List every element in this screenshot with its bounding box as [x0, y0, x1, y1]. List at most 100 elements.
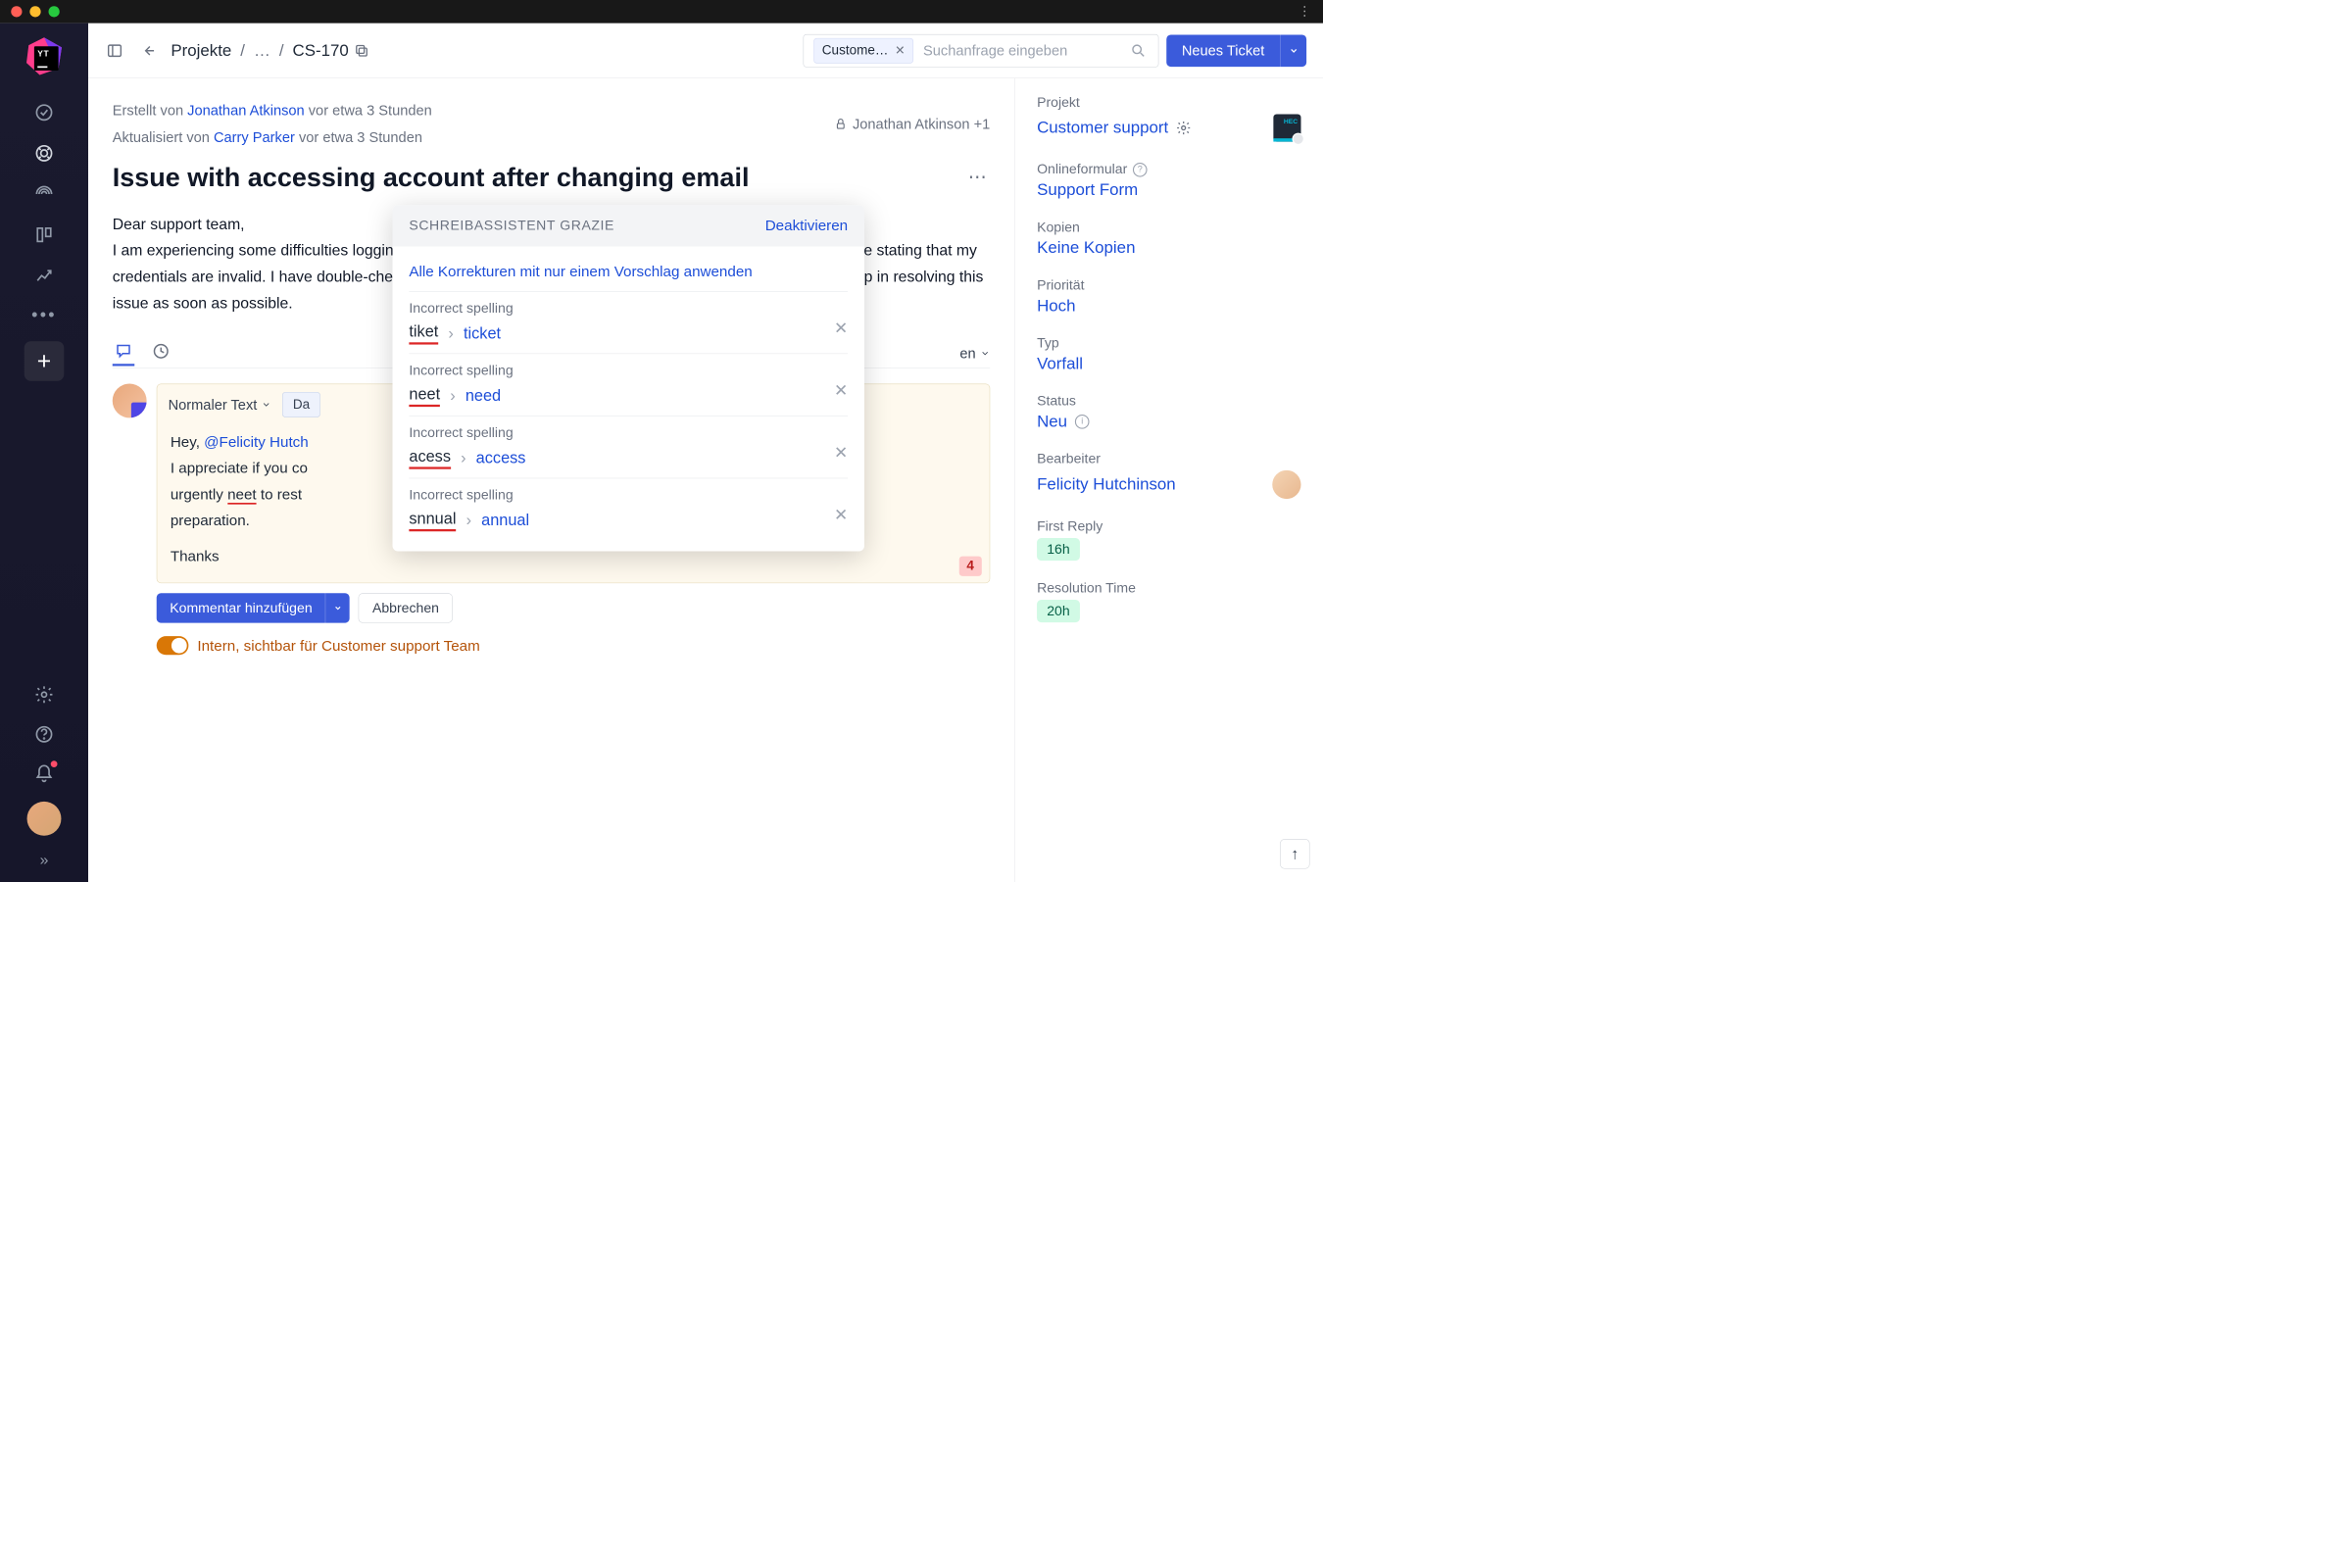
window-menu-icon[interactable]: ⋯ — [1297, 5, 1312, 20]
field-label-copies: Kopien — [1037, 220, 1300, 235]
tab-sort-select[interactable]: en — [959, 345, 990, 362]
field-label-status: Status — [1037, 393, 1300, 409]
tab-history[interactable] — [150, 342, 172, 365]
ticket-title: Issue with accessing account after chang… — [113, 162, 957, 195]
breadcrumb-ticket-id[interactable]: CS-170 — [293, 41, 349, 60]
tab-comments[interactable] — [113, 344, 135, 367]
mention[interactable]: @Felicity Hutch — [204, 434, 309, 451]
error-count-badge[interactable]: 4 — [959, 557, 982, 576]
ticket-actions-menu[interactable]: ⋯ — [968, 162, 991, 188]
grazie-item-label: Incorrect spelling — [409, 301, 848, 317]
scroll-to-top-button[interactable]: ↑ — [1280, 839, 1309, 868]
field-value-type[interactable]: Vorfall — [1037, 355, 1300, 373]
grazie-item-label: Incorrect spelling — [409, 363, 848, 378]
field-value-priority[interactable]: Hoch — [1037, 297, 1300, 316]
nav-tasks-icon[interactable] — [32, 100, 57, 124]
grazie-wrong-word: tiket — [409, 323, 438, 345]
grazie-item-label: Incorrect spelling — [409, 487, 848, 503]
grazie-right-word[interactable]: annual — [481, 512, 529, 530]
ticket-meta: Erstellt von Jonathan Atkinson vor etwa … — [113, 97, 991, 152]
field-value-form[interactable]: Support Form — [1037, 181, 1300, 200]
topbar: Projekte / … / CS-170 Custome… ✕ — [88, 24, 1323, 78]
cancel-button[interactable]: Abbrechen — [359, 593, 453, 622]
updated-by-link[interactable]: Carry Parker — [214, 129, 295, 146]
grazie-suggestion[interactable]: Incorrect spelling acess › access ✕ — [409, 416, 848, 478]
new-ticket-dropdown[interactable] — [1280, 34, 1306, 67]
details-panel: Projekt Customer support HEC Onlineformu… — [1014, 78, 1323, 882]
notification-badge — [51, 760, 58, 767]
notifications-icon[interactable] — [32, 761, 57, 786]
lock-icon — [834, 118, 848, 131]
info-icon[interactable]: ? — [1133, 163, 1148, 177]
breadcrumb-projects[interactable]: Projekte — [171, 41, 231, 60]
minimize-window-button[interactable] — [29, 6, 40, 17]
chip-remove-icon[interactable]: ✕ — [895, 43, 905, 58]
search-box[interactable]: Custome… ✕ — [804, 34, 1159, 68]
search-icon[interactable] — [1128, 40, 1148, 60]
grazie-dismiss-icon[interactable]: ✕ — [834, 318, 848, 338]
nav-reports-icon[interactable] — [32, 264, 57, 288]
grazie-dismiss-icon[interactable]: ✕ — [834, 506, 848, 525]
grazie-suggestion[interactable]: Incorrect spelling neet › need ✕ — [409, 354, 848, 416]
grazie-suggestion[interactable]: Incorrect spellingtiket›ticket✕ — [409, 291, 848, 354]
visibility-toggle[interactable] — [157, 636, 189, 655]
nav-more-icon[interactable]: ••• — [31, 305, 57, 325]
breadcrumb-ellipsis[interactable]: … — [254, 41, 270, 60]
submit-comment-button[interactable]: Kommentar hinzufügen — [157, 593, 325, 622]
submit-dropdown[interactable] — [325, 593, 350, 622]
breadcrumb: Projekte / … / CS-170 — [171, 41, 369, 60]
field-label-first-reply: First Reply — [1037, 518, 1300, 534]
field-value-copies[interactable]: Keine Kopien — [1037, 239, 1300, 258]
field-value-project[interactable]: Customer support HEC — [1037, 114, 1300, 141]
help-icon[interactable] — [32, 722, 57, 747]
panel-toggle-icon[interactable] — [105, 40, 124, 60]
arrow-right-icon: › — [461, 449, 466, 467]
nav-activity-icon[interactable] — [32, 182, 57, 207]
user-avatar[interactable] — [27, 802, 62, 836]
search-filter-chip[interactable]: Custome… ✕ — [813, 38, 913, 64]
settings-icon[interactable] — [32, 682, 57, 707]
grazie-right-word[interactable]: access — [476, 449, 526, 467]
maximize-window-button[interactable] — [49, 6, 60, 17]
editor-file-button[interactable]: Da — [282, 392, 320, 417]
nav-boards-icon[interactable] — [32, 222, 57, 247]
created-by-link[interactable]: Jonathan Atkinson — [187, 102, 305, 119]
grazie-wrong-word: neet — [409, 385, 440, 407]
grazie-wrong-word: acess — [409, 448, 451, 469]
expand-sidebar-icon[interactable]: » — [40, 852, 49, 869]
gear-icon[interactable] — [1176, 121, 1192, 136]
chevron-down-icon — [262, 400, 271, 410]
grazie-popup: SCHREIBASSISTENT GRAZIE Deaktivieren All… — [393, 205, 865, 551]
grazie-dismiss-icon[interactable]: ✕ — [834, 381, 848, 401]
grazie-apply-all[interactable]: Alle Korrekturen mit nur einem Vorschlag… — [409, 252, 848, 291]
arrow-right-icon: › — [450, 387, 455, 406]
spelling-error[interactable]: neet — [227, 486, 257, 505]
app-logo[interactable]: YT — [24, 36, 65, 76]
nav-add-button[interactable]: + — [24, 341, 65, 381]
grazie-wrong-word: snnual — [409, 510, 456, 531]
commenter-avatar — [113, 384, 147, 418]
visibility-info[interactable]: Jonathan Atkinson +1 — [834, 97, 990, 152]
window-controls — [11, 6, 60, 17]
copy-id-icon[interactable] — [354, 43, 369, 59]
window-titlebar: ⋯ — [0, 0, 1323, 24]
grazie-deactivate-link[interactable]: Deaktivieren — [765, 218, 848, 234]
text-style-select[interactable]: Normaler Text — [169, 396, 271, 413]
grazie-right-word[interactable]: ticket — [464, 324, 501, 343]
nav-support-icon[interactable] — [32, 141, 57, 166]
back-icon[interactable] — [138, 40, 158, 60]
grazie-dismiss-icon[interactable]: ✕ — [834, 443, 848, 463]
field-value-status[interactable]: Neu i — [1037, 413, 1300, 431]
field-label-assignee: Bearbeiter — [1037, 451, 1300, 466]
project-badge: HEC — [1273, 114, 1300, 141]
grazie-item-label: Incorrect spelling — [409, 425, 848, 441]
grazie-suggestion[interactable]: Incorrect spellingsnnual›annual✕ — [409, 478, 848, 541]
search-input[interactable] — [923, 42, 1122, 59]
field-value-resolution: 20h — [1037, 600, 1080, 622]
new-ticket-button[interactable]: Neues Ticket — [1166, 34, 1280, 67]
field-value-assignee[interactable]: Felicity Hutchinson — [1037, 470, 1300, 499]
grazie-title: SCHREIBASSISTENT GRAZIE — [409, 218, 614, 233]
grazie-right-word[interactable]: need — [466, 387, 501, 406]
info-icon[interactable]: i — [1075, 415, 1090, 429]
close-window-button[interactable] — [11, 6, 22, 17]
